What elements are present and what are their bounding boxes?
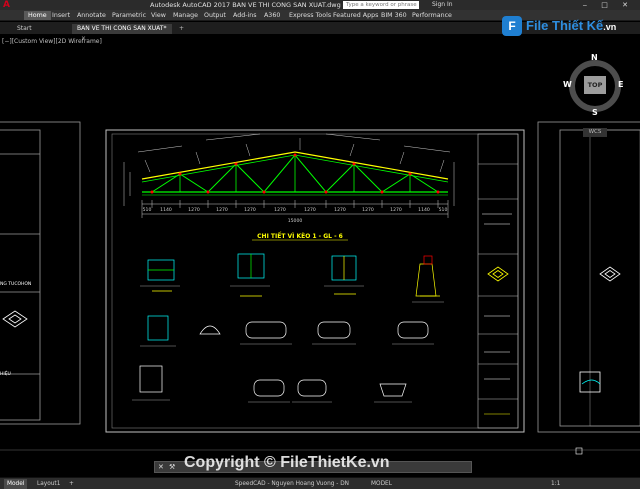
compass-east[interactable]: E: [618, 80, 623, 89]
tab-add-ins[interactable]: Add-ins: [229, 11, 260, 20]
dim-segment: 1270: [216, 207, 228, 213]
tab-layout1[interactable]: Layout1: [34, 479, 63, 489]
dim-segment: 1140: [160, 207, 172, 213]
tab-start[interactable]: Start: [12, 24, 37, 34]
dim-total: 15000: [288, 218, 303, 224]
compass-north[interactable]: N: [591, 53, 598, 62]
tab-performance[interactable]: Performance: [408, 11, 456, 20]
dim-segment: 1270: [304, 207, 316, 213]
tab-manage[interactable]: Manage: [169, 11, 202, 20]
plate-details-row-2: [140, 315, 434, 347]
main-sheet: [105, 129, 525, 433]
brand-mark-icon: F: [502, 16, 522, 36]
window-title: Autodesk AutoCAD 2017 BAN VE THI CONG SA…: [150, 1, 341, 9]
dim-segment: 1270: [362, 207, 374, 213]
watermark: Copyright © FileThietKe.vn: [184, 454, 390, 471]
document-tab-label: BAN VE THI CONG SAN XUAT*: [77, 25, 167, 32]
title-bar: A Autodesk AutoCAD 2017 BAN VE THI CONG …: [0, 0, 640, 10]
crosshair-box: [575, 447, 583, 455]
dim-segment: 1270: [244, 207, 256, 213]
tab-annotate[interactable]: Annotate: [73, 11, 110, 20]
dim-segment: 1270: [390, 207, 402, 213]
dim-segment: 510: [143, 207, 152, 213]
viewcube[interactable]: TOP N S E W: [563, 53, 625, 117]
tab-parametric[interactable]: Parametric: [108, 11, 150, 20]
dim-segment: 1270: [334, 207, 346, 213]
left-sheet: [0, 121, 81, 425]
dim-segment: 1270: [188, 207, 200, 213]
tab-insert[interactable]: Insert: [48, 11, 74, 20]
drawing-svg: 510 1140 1270 1270 1270 1270 1270 1270 1…: [0, 121, 640, 465]
detail-title: CHI TIẾT VÌ KÈO 1 - GL - 6: [257, 232, 343, 240]
dim-segment: 1270: [274, 207, 286, 213]
autocad-logo-icon[interactable]: A: [3, 0, 10, 10]
brand-suffix: .vn: [603, 22, 617, 32]
sign-in-button[interactable]: Sign In: [432, 0, 453, 10]
annotation-scale[interactable]: 1:1: [548, 479, 563, 489]
close-icon[interactable]: ✕: [158, 462, 164, 472]
plate-details-row-3: [132, 365, 412, 403]
tab-bim-360[interactable]: BIM 360: [377, 11, 411, 20]
tab-document[interactable]: BAN VE THI CONG SAN XUAT* ×: [72, 24, 172, 42]
left-titleblock-text: HIỆU: [0, 372, 11, 377]
truss-elevation: 510 1140 1270 1270 1270 1270 1270 1270 1…: [123, 133, 455, 224]
tab-model[interactable]: Model: [4, 479, 28, 489]
tab-express-tools[interactable]: Express Tools: [285, 11, 335, 20]
tab-a360[interactable]: A360: [260, 11, 284, 20]
viewcube-top-face[interactable]: TOP: [584, 76, 606, 94]
tab-view[interactable]: View: [147, 11, 170, 20]
tab-output[interactable]: Output: [200, 11, 230, 20]
add-layout-button[interactable]: +: [66, 479, 77, 489]
window-controls[interactable]: ‒ □ ✕: [583, 0, 634, 10]
dim-segment: 510: [439, 207, 448, 213]
compass-west[interactable]: W: [563, 80, 572, 89]
tab-home[interactable]: Home: [24, 11, 51, 20]
viewport-controls-label[interactable]: [−][Custom View][2D Wireframe]: [2, 38, 102, 45]
brand-name: File Thiết Kế.vn: [526, 18, 616, 33]
dim-segment: 1140: [418, 207, 430, 213]
joint-details-row-1: [140, 253, 444, 303]
model-space-button[interactable]: MODEL: [368, 479, 395, 489]
right-sheet: [537, 121, 640, 433]
drawing-canvas[interactable]: 510 1140 1270 1270 1270 1270 1270 1270 1…: [0, 34, 640, 465]
wrench-icon[interactable]: ⚒: [169, 462, 175, 472]
brand-name-text: File Thiết Kế: [526, 18, 604, 33]
compass-south[interactable]: S: [592, 108, 598, 117]
left-titleblock-text: NG TUCOHON: [0, 282, 32, 287]
status-bar: Model Layout1 + SpeedCAD - Nguyen Hoang …: [0, 477, 640, 489]
ucs-menu[interactable]: WCS: [583, 128, 607, 137]
new-tab-button[interactable]: +: [174, 24, 189, 34]
tab-featured-apps[interactable]: Featured Apps: [329, 11, 382, 20]
search-input[interactable]: Type a keyword or phrase: [343, 1, 419, 9]
status-user-text: SpeedCAD - Nguyen Hoang Vuong - DN: [235, 481, 350, 487]
